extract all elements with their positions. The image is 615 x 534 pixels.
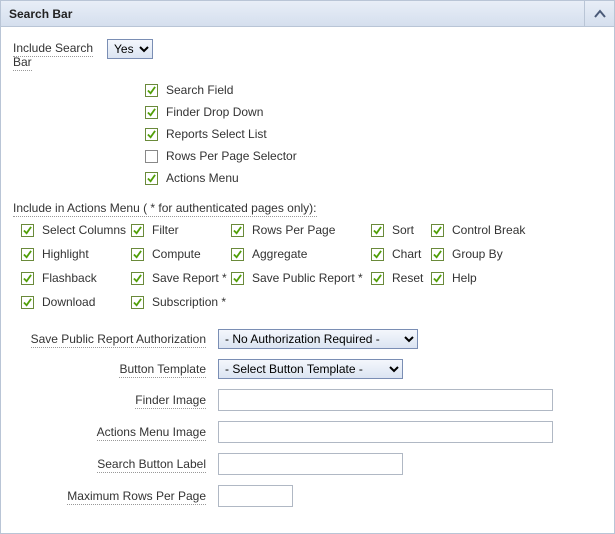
actions-menu-option: Chart: [371, 245, 431, 263]
actions-menu-option: Sort: [371, 221, 431, 239]
search-button-label-input[interactable]: [218, 453, 403, 475]
actions-menu-option: Compute: [131, 245, 231, 263]
actions-menu-option: Filter: [131, 221, 231, 239]
option-label: Reports Select List: [166, 127, 267, 141]
actions-menu-option: Help: [431, 269, 551, 287]
checkbox[interactable]: [145, 106, 158, 119]
finder-image-row: Finder Image: [13, 389, 604, 411]
actions-menu-option: Control Break: [431, 221, 551, 239]
checkbox[interactable]: [371, 224, 384, 237]
actions-menu-option: Aggregate: [231, 245, 371, 263]
actions-menu-image-input[interactable]: [218, 421, 553, 443]
checkbox[interactable]: [145, 128, 158, 141]
form-rows: Save Public Report Authorization - No Au…: [13, 329, 604, 507]
actions-menu-option: Select Columns: [21, 221, 131, 239]
option-label: Actions Menu: [166, 171, 239, 185]
option-label: Finder Drop Down: [166, 105, 263, 119]
checkbox[interactable]: [131, 272, 144, 285]
include-search-bar-row: Include Search Bar Yes: [13, 39, 604, 69]
search-button-label-label: Search Button Label: [13, 457, 218, 471]
checkbox[interactable]: [231, 224, 244, 237]
option-label: Rows Per Page Selector: [166, 149, 297, 163]
option-label: Select Columns: [42, 223, 126, 237]
actions-menu-image-label: Actions Menu Image: [13, 425, 218, 439]
finder-image-label: Finder Image: [13, 393, 218, 407]
checkbox[interactable]: [131, 296, 144, 309]
actions-menu-grid: Select Columns Filter Rows Per Page Sort Con…: [21, 221, 604, 311]
include-search-bar-label: Include Search Bar: [13, 39, 107, 69]
option-label: Reset: [392, 271, 423, 285]
chevron-up-icon: [593, 7, 607, 21]
option-label: Filter: [152, 223, 179, 237]
search-button-label-row: Search Button Label: [13, 453, 604, 475]
checkbox[interactable]: [431, 224, 444, 237]
save-public-auth-label: Save Public Report Authorization: [13, 332, 218, 346]
button-template-label: Button Template: [13, 362, 218, 376]
option-label: Aggregate: [252, 247, 307, 261]
actions-menu-option: Download: [21, 293, 131, 311]
checkbox[interactable]: [145, 150, 158, 163]
option-label: Search Field: [166, 83, 233, 97]
actions-menu-option: Save Public Report *: [231, 269, 371, 287]
actions-menu-heading: Include in Actions Menu ( * for authenti…: [13, 201, 604, 215]
option-label: Group By: [452, 247, 503, 261]
checkbox[interactable]: [21, 248, 34, 261]
checkbox[interactable]: [371, 248, 384, 261]
actions-menu-option: Group By: [431, 245, 551, 263]
panel-title: Search Bar: [9, 7, 72, 21]
option-label: Compute: [152, 247, 201, 261]
max-rows-input[interactable]: [218, 485, 293, 507]
search-bar-option: Rows Per Page Selector: [145, 145, 604, 167]
option-label: Download: [42, 295, 95, 309]
search-bar-option: Finder Drop Down: [145, 101, 604, 123]
checkbox[interactable]: [431, 272, 444, 285]
finder-image-input[interactable]: [218, 389, 553, 411]
actions-menu-option: Subscription *: [131, 293, 231, 311]
option-label: Highlight: [42, 247, 89, 261]
actions-menu-option: Reset: [371, 269, 431, 287]
checkbox[interactable]: [231, 248, 244, 261]
checkbox[interactable]: [231, 272, 244, 285]
option-label: Flashback: [42, 271, 97, 285]
max-rows-row: Maximum Rows Per Page: [13, 485, 604, 507]
search-bar-panel: Search Bar Include Search Bar Yes Search…: [0, 0, 615, 534]
option-label: Save Public Report *: [252, 271, 363, 285]
checkbox[interactable]: [431, 248, 444, 261]
actions-menu-image-row: Actions Menu Image: [13, 421, 604, 443]
search-bar-option: Actions Menu: [145, 167, 604, 189]
checkbox[interactable]: [21, 272, 34, 285]
panel-header: Search Bar: [1, 1, 614, 27]
checkbox[interactable]: [145, 84, 158, 97]
checkbox[interactable]: [21, 224, 34, 237]
search-bar-options: Search Field Finder Drop Down Reports Sele…: [145, 79, 604, 189]
save-public-auth-select[interactable]: - No Authorization Required -: [218, 329, 418, 349]
checkbox[interactable]: [131, 224, 144, 237]
actions-menu-option: Save Report *: [131, 269, 231, 287]
option-label: Chart: [392, 247, 421, 261]
option-label: Rows Per Page: [252, 223, 335, 237]
button-template-select[interactable]: - Select Button Template -: [218, 359, 403, 379]
option-label: Sort: [392, 223, 414, 237]
checkbox[interactable]: [371, 272, 384, 285]
checkbox[interactable]: [21, 296, 34, 309]
search-bar-option: Search Field: [145, 79, 604, 101]
actions-menu-option: Flashback: [21, 269, 131, 287]
actions-menu-option: Rows Per Page: [231, 221, 371, 239]
option-label: Save Report *: [152, 271, 227, 285]
option-label: Subscription *: [152, 295, 226, 309]
option-label: Help: [452, 271, 477, 285]
max-rows-label: Maximum Rows Per Page: [13, 489, 218, 503]
include-search-bar-select[interactable]: Yes: [107, 39, 153, 59]
search-bar-option: Reports Select List: [145, 123, 604, 145]
checkbox[interactable]: [131, 248, 144, 261]
actions-menu-option: Highlight: [21, 245, 131, 263]
checkbox[interactable]: [145, 172, 158, 185]
panel-body: Include Search Bar Yes Search Field Finde…: [1, 27, 614, 533]
save-public-auth-row: Save Public Report Authorization - No Au…: [13, 329, 604, 349]
button-template-row: Button Template - Select Button Template…: [13, 359, 604, 379]
option-label: Control Break: [452, 223, 525, 237]
collapse-button[interactable]: [584, 1, 614, 27]
